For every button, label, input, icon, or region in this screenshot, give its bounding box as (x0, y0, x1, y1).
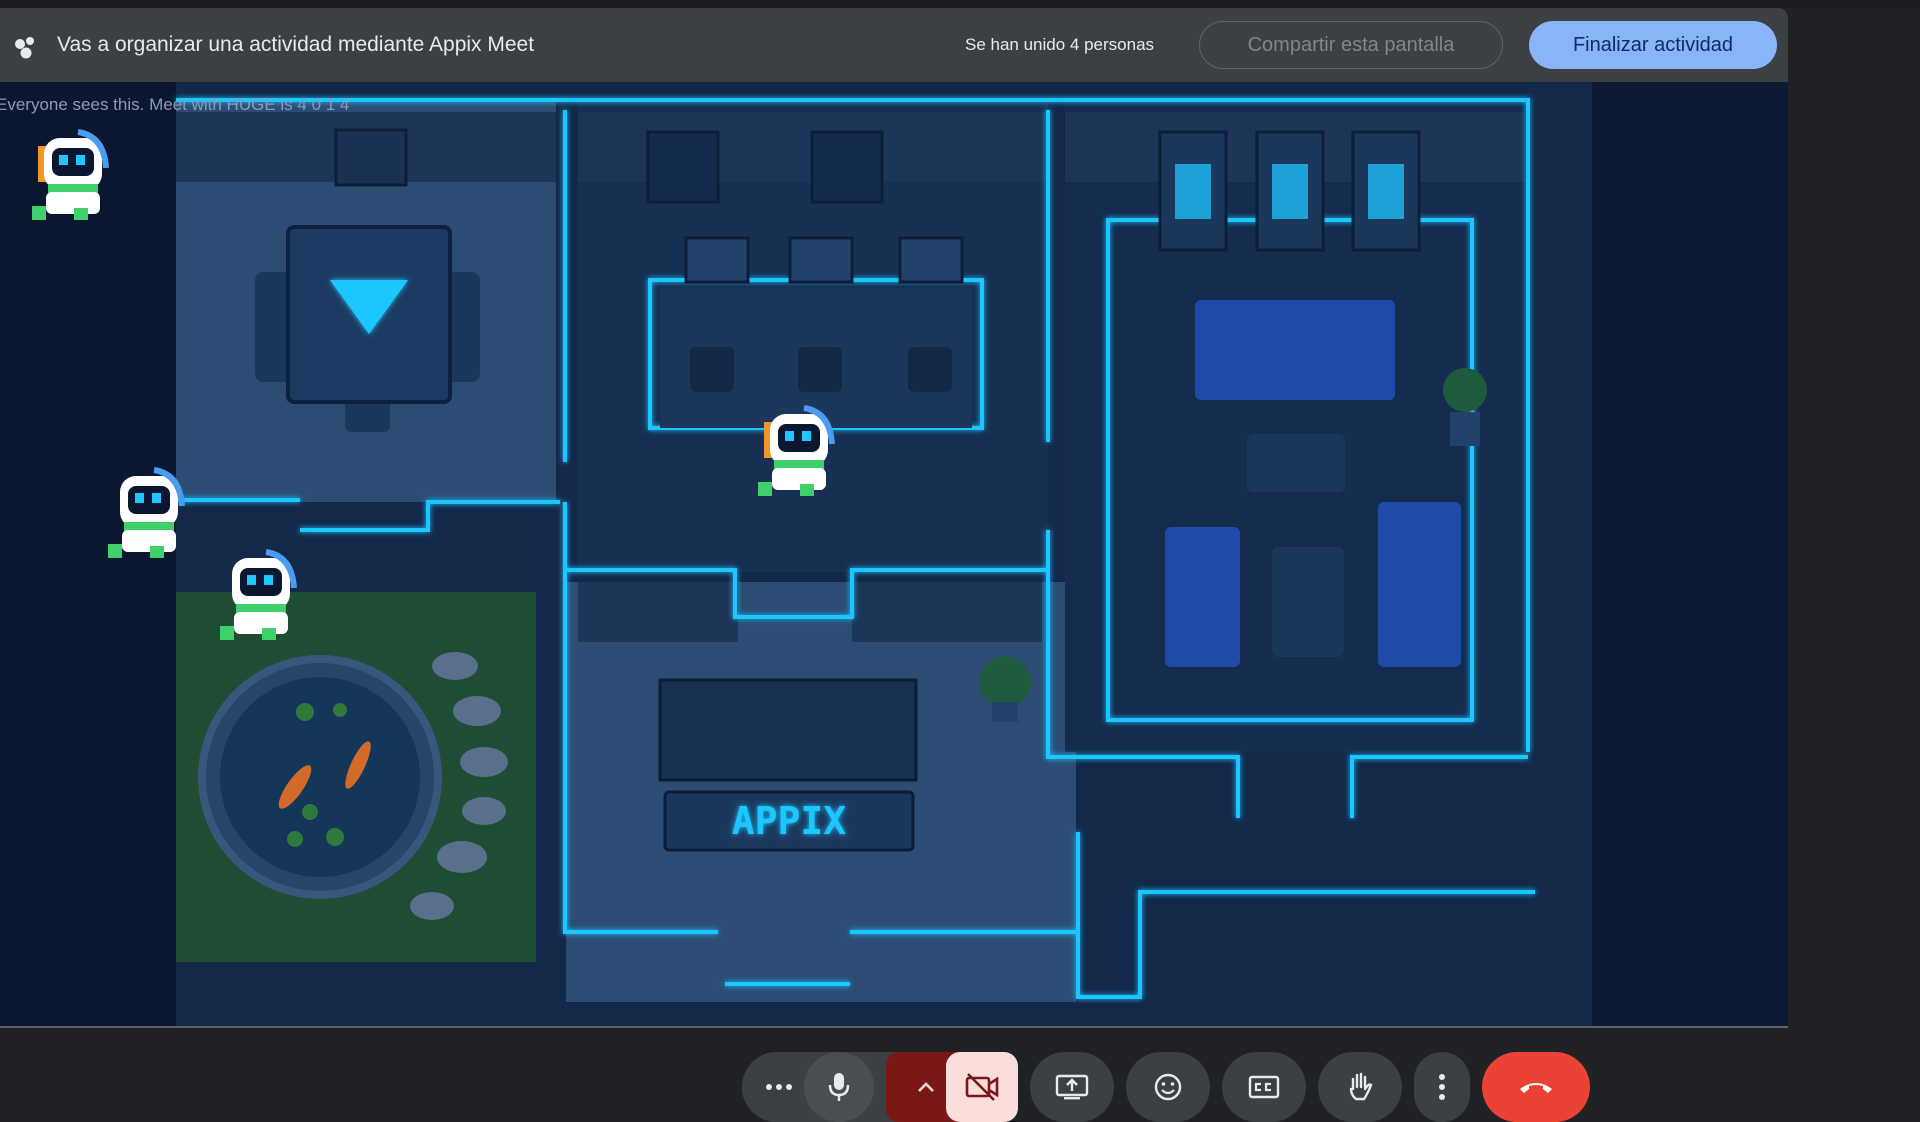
player-avatar[interactable] (106, 462, 188, 562)
rack-lights (1175, 164, 1211, 219)
monitor (898, 236, 964, 284)
share-screen-button[interactable]: Compartir esta pantalla (1199, 21, 1503, 69)
call-end-icon (1520, 1083, 1552, 1093)
mic-icon (828, 1073, 850, 1101)
plant-pot (1450, 412, 1480, 446)
stepping-stone (437, 841, 487, 873)
potted-plant (1443, 368, 1487, 412)
side-table (1272, 547, 1344, 657)
more-actions-button[interactable] (1414, 1052, 1470, 1122)
raise-hand-button[interactable] (1318, 1052, 1402, 1122)
monitor (684, 236, 750, 284)
pond-water (220, 677, 420, 877)
microphone-button[interactable] (804, 1052, 874, 1122)
camera-off-icon (965, 1073, 999, 1101)
armchair (1165, 527, 1240, 667)
top-strip (0, 0, 1920, 8)
map-edge (1592, 82, 1788, 1026)
reception-sofa (658, 678, 918, 782)
activity-banner: Vas a organizar una actividad mediante A… (0, 8, 1788, 82)
wall-cabinet (646, 130, 720, 204)
appix-sign: APPIX (732, 799, 847, 843)
activity-logo-icon (15, 37, 34, 59)
closed-captions-icon (1248, 1075, 1280, 1099)
rack-lights (1272, 164, 1308, 219)
end-activity-button[interactable]: Finalizar actividad (1529, 21, 1777, 69)
office-chair (908, 347, 952, 392)
lily-pad (333, 703, 347, 717)
sofa (1195, 300, 1395, 400)
lily-pad (302, 804, 318, 820)
coffee-table (1247, 434, 1345, 492)
office-chair (690, 347, 734, 392)
game-stage[interactable]: APPIX Everyone sees this. Meet with HUGE… (0, 82, 1788, 1028)
stepping-stone (410, 892, 454, 920)
leave-call-button[interactable] (1482, 1052, 1590, 1122)
lily-pad (287, 831, 303, 847)
stepping-stone (460, 747, 508, 777)
present-screen-button[interactable] (1030, 1052, 1114, 1122)
wall-cabinet (810, 130, 884, 204)
hand-icon (1349, 1072, 1373, 1101)
lobby-wall (578, 582, 738, 642)
camera-toggle-button[interactable] (946, 1052, 1018, 1122)
shared-notice-text: Everyone sees this. Meet with HUGE is 4 … (0, 95, 350, 114)
activity-title: Vas a organizar una actividad mediante A… (57, 33, 535, 56)
player-avatar[interactable] (756, 400, 838, 500)
captions-button[interactable] (1222, 1052, 1306, 1122)
player-avatar[interactable] (218, 544, 300, 644)
reactions-button[interactable] (1126, 1052, 1210, 1122)
more-horiz-icon (766, 1084, 792, 1090)
potted-plant (979, 656, 1031, 708)
lily-pad (326, 828, 344, 846)
armchair (1378, 502, 1461, 667)
lobby-wall (852, 582, 1042, 642)
plant-pot (992, 702, 1018, 722)
rack-lights (1368, 164, 1404, 219)
lily-pad (296, 703, 314, 721)
present-screen-icon (1055, 1074, 1089, 1100)
emoji-icon (1154, 1073, 1182, 1101)
stepping-stone (432, 652, 478, 680)
meeting-room-door (334, 128, 408, 187)
more-vert-icon (1439, 1074, 1445, 1100)
monitor (788, 236, 854, 284)
stepping-stone (453, 696, 501, 726)
participants-joined-count: Se han unido 4 personas (965, 35, 1155, 54)
office-chair (798, 347, 842, 392)
chevron-up-icon (918, 1082, 934, 1092)
stepping-stone (462, 797, 506, 825)
player-avatar[interactable] (30, 124, 112, 224)
